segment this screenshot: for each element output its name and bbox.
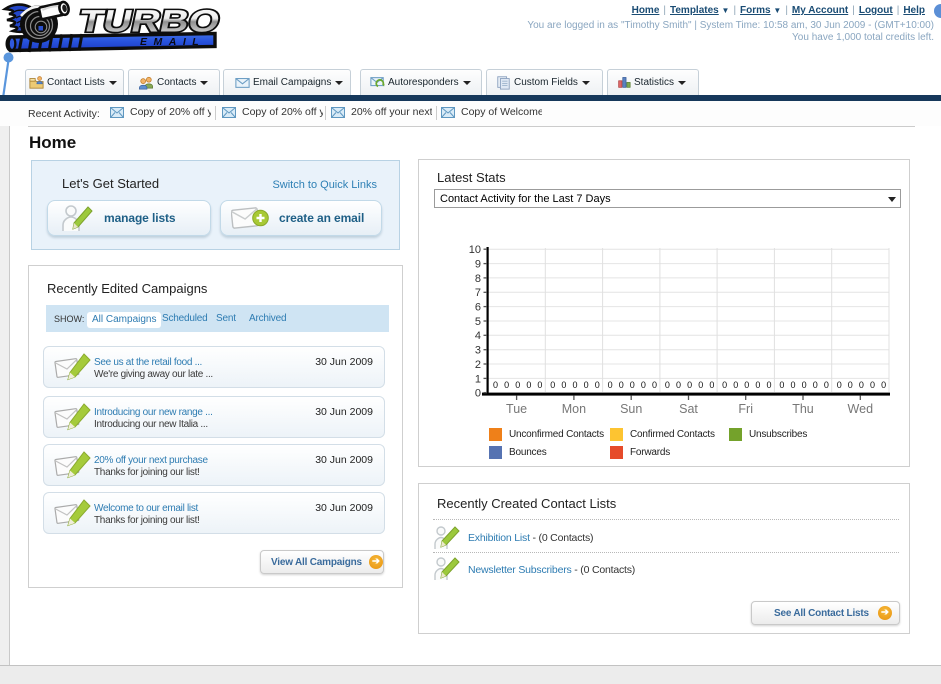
svg-text:Sat: Sat xyxy=(679,402,698,416)
svg-text:9: 9 xyxy=(475,259,481,271)
svg-text:0 0 0 0 0: 0 0 0 0 0 xyxy=(722,380,771,390)
svg-text:Fri: Fri xyxy=(738,402,753,416)
svg-text:0 0 0 0 0: 0 0 0 0 0 xyxy=(837,380,886,390)
svg-text:Tue: Tue xyxy=(506,402,527,416)
svg-text:7: 7 xyxy=(475,287,481,299)
svg-text:3: 3 xyxy=(475,345,481,357)
svg-text:0 0 0 0 0: 0 0 0 0 0 xyxy=(608,380,657,390)
svg-text:6: 6 xyxy=(475,302,481,314)
svg-text:4: 4 xyxy=(475,330,481,342)
svg-text:TURBO: TURBO xyxy=(76,4,223,39)
svg-text:0 0 0 0 0: 0 0 0 0 0 xyxy=(779,380,828,390)
svg-text:Wed: Wed xyxy=(848,402,874,416)
svg-text:0 0 0 0 0: 0 0 0 0 0 xyxy=(493,380,542,390)
svg-text:0 0 0 0 0: 0 0 0 0 0 xyxy=(665,380,714,390)
svg-text:2: 2 xyxy=(475,359,481,371)
svg-text:1: 1 xyxy=(475,373,481,385)
svg-text:Thu: Thu xyxy=(792,402,814,416)
svg-text:10: 10 xyxy=(469,244,481,256)
svg-text:Mon: Mon xyxy=(562,402,586,416)
svg-text:Sun: Sun xyxy=(620,402,642,416)
svg-text:0: 0 xyxy=(475,388,481,400)
svg-text:5: 5 xyxy=(475,316,481,328)
svg-text:8: 8 xyxy=(475,273,481,285)
svg-text:0 0 0 0 0: 0 0 0 0 0 xyxy=(550,380,599,390)
